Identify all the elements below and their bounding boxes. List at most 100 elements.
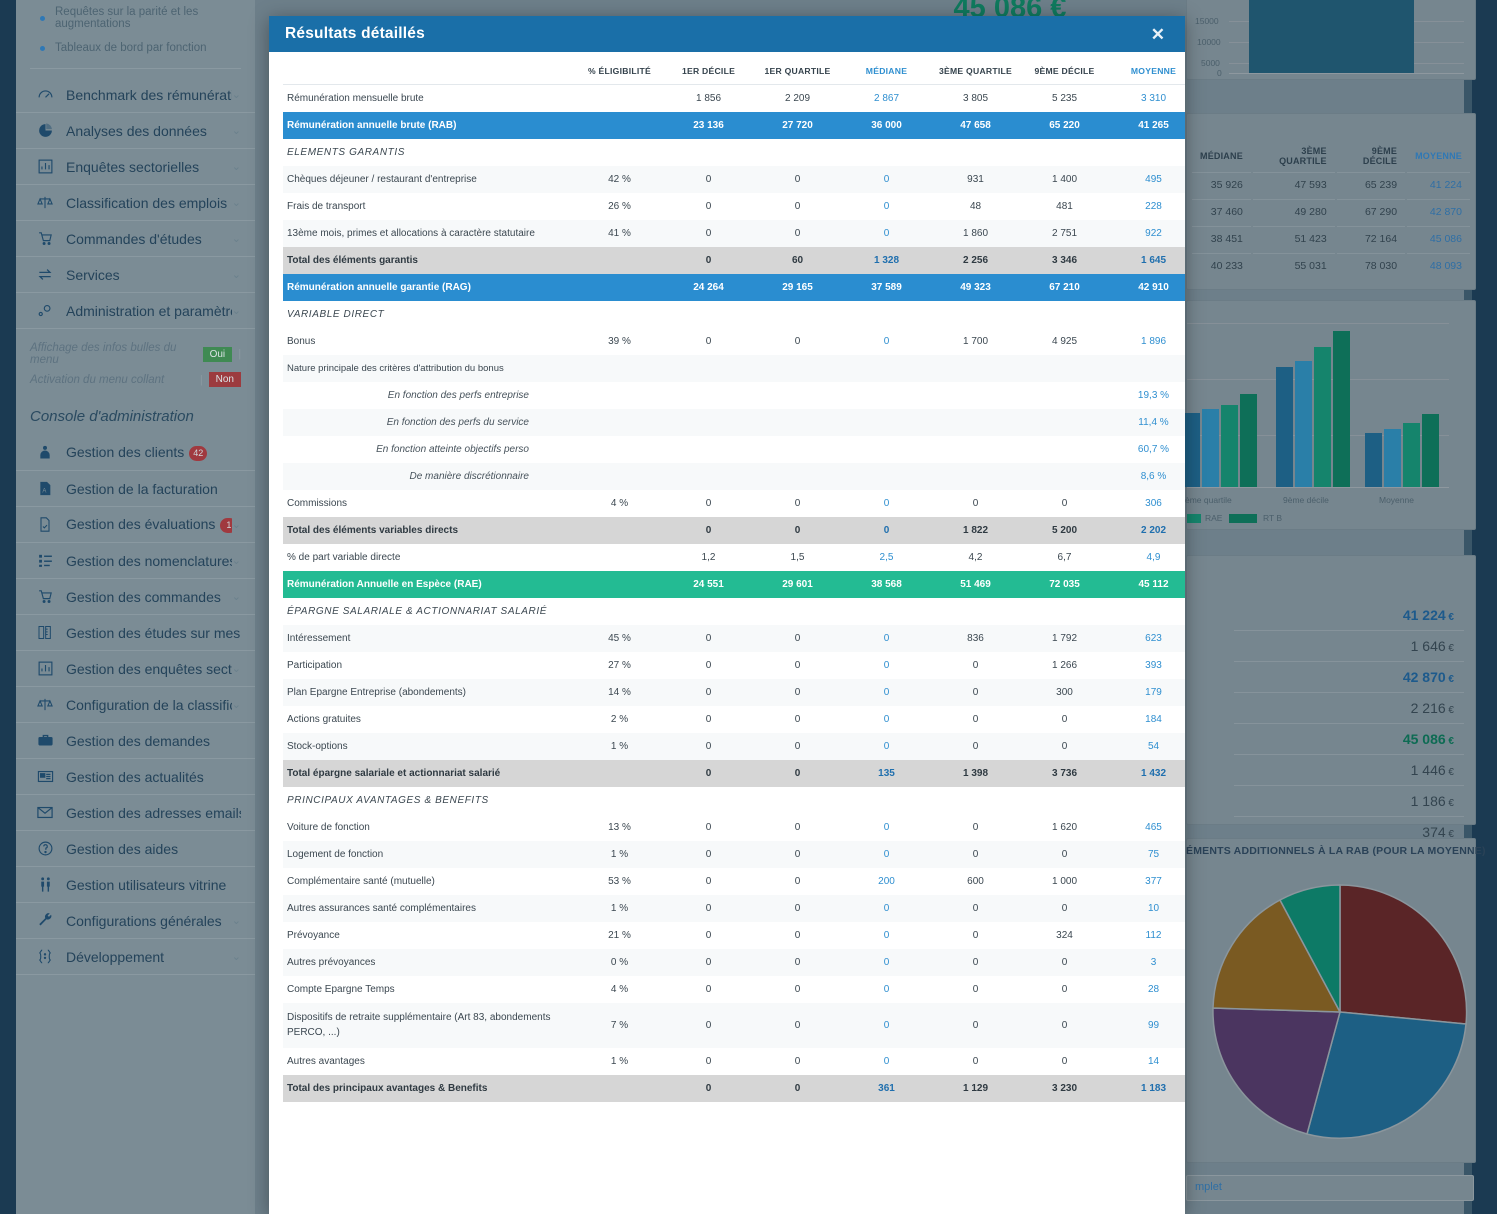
row-cell: 0 (931, 490, 1020, 517)
sidebar-admin-item-d-veloppement[interactable]: Développement ⌄ (16, 939, 255, 975)
chevron-down-icon[interactable]: ⌄ (232, 914, 247, 927)
chevron-down-icon[interactable]: ⌄ (232, 160, 247, 173)
chevron-down-icon[interactable]: ⌄ (232, 88, 247, 101)
row-cell: 24 551 (664, 571, 753, 598)
sidebar-admin-item-gestion-utilisateurs-vitrine[interactable]: Gestion utilisateurs vitrine (16, 867, 255, 903)
row-label: Nature principale des critères d'attribu… (283, 355, 575, 382)
chevron-down-icon[interactable]: ⌄ (232, 304, 247, 317)
sidebar-item-administration-et-param-tres[interactable]: Administration et paramètres ⌄ (16, 293, 255, 329)
row-label: Prévoyance (283, 922, 575, 949)
people-icon (30, 876, 60, 893)
sidebar-admin-item-gestion-des-commandes[interactable]: Gestion des commandes ⌄ (16, 579, 255, 615)
sidebar-item-label: Développement (66, 948, 165, 965)
sidebar-admin-item-gestion-des-valuations[interactable]: Gestion des évaluations 1 ⌄ (16, 507, 255, 543)
sidebar-admin-item-gestion-des-nomenclatures[interactable]: Gestion des nomenclatures ⌄ (16, 543, 255, 579)
row-cell: 1 896 (1109, 328, 1185, 355)
amount-row: 1 446 € (1234, 755, 1464, 786)
row-cell: 6,7 (1020, 544, 1109, 571)
chevron-down-icon[interactable]: ⌄ (232, 124, 247, 137)
sidebar-item-benchmark-des-r-mun-rations[interactable]: Benchmark des rémunérations⌄ (16, 77, 255, 113)
sidebar-subitem[interactable]: Tableaux de bord par fonction (16, 36, 255, 60)
row-cell (842, 409, 931, 436)
row-label: Autres assurances santé complémentaires (283, 895, 575, 922)
row-label: 13ème mois, primes et allocations à cara… (283, 220, 575, 247)
sidebar-toggle-row[interactable]: Affichage des infos bulles du menu Oui | (16, 339, 255, 369)
chevron-down-icon[interactable]: ⌄ (232, 518, 247, 531)
row-cell: 28 (1109, 976, 1185, 1003)
sidebar-admin-item-gestion-des-adresses-emails[interactable]: Gestion des adresses emails (16, 795, 255, 831)
currency-symbol: € (1445, 612, 1454, 623)
row-cell: 0 (1020, 949, 1109, 976)
column-header: 1ER DÉCILE (664, 52, 753, 85)
sidebar-admin-item-gestion-des-aides[interactable]: Gestion des aides (16, 831, 255, 867)
row-cell (753, 409, 842, 436)
sidebar-admin-item-gestion-des-enqu-tes-sectorielles[interactable]: Gestion des enquêtes sectorielles⌄ (16, 651, 255, 687)
sidebar-admin-item-configurations-g-n-rales[interactable]: Configurations générales ⌄ (16, 903, 255, 939)
row-cell: 0 (931, 733, 1020, 760)
sidebar-toggle-row[interactable]: Activation du menu collant | Non (16, 369, 255, 390)
bar-tick-5000: 5000 (1201, 58, 1220, 68)
row-cell: 4 % (575, 490, 664, 517)
row-cell: 48 (931, 193, 1020, 220)
sidebar-item-analyses-des-donn-es[interactable]: Analyses des données ⌄ (16, 113, 255, 149)
row-cell: 0 (753, 328, 842, 355)
row-cell: 1 % (575, 733, 664, 760)
row-cell: 1 432 (1109, 760, 1185, 787)
sidebar-admin-item-gestion-des-actualit-s[interactable]: Gestion des actualités (16, 759, 255, 795)
row-cell (575, 247, 664, 274)
sidebar-admin-item-gestion-des-demandes[interactable]: Gestion des demandes (16, 723, 255, 759)
row-cell: 99 (1109, 1003, 1185, 1048)
sidebar-item-classification-des-emplois[interactable]: Classification des emplois ⌄ (16, 185, 255, 221)
sidebar-item-enqu-tes-sectorielles[interactable]: Enquêtes sectorielles ⌄ (16, 149, 255, 185)
chevron-down-icon[interactable]: ⌄ (232, 196, 247, 209)
chevron-down-icon[interactable]: ⌄ (232, 698, 247, 711)
chevron-down-icon[interactable]: ⌄ (232, 268, 247, 281)
sidebar-item-label: Analyses des données (66, 122, 207, 139)
chevron-down-icon[interactable]: ⌄ (232, 950, 247, 963)
row-cell (575, 463, 664, 490)
row-cell: 0 (753, 760, 842, 787)
row-cell: 4,9 (1109, 544, 1185, 571)
table-header-row: MÉDIANE 3ÈME QUARTILE 9ÈME DÉCILE MOYENN… (1192, 142, 1470, 170)
results-row: Rémunération annuelle brute (RAB) 23 136 2… (283, 112, 1185, 139)
table-cell: 48 093 (1407, 253, 1470, 278)
row-cell: 5 200 (1020, 517, 1109, 544)
row-cell: 623 (1109, 625, 1185, 652)
row-cell: 0 (753, 193, 842, 220)
row-cell: 47 658 (931, 112, 1020, 139)
sidebar-item-commandes-d-tudes[interactable]: Commandes d'études ⌄ (16, 221, 255, 257)
row-cell (753, 355, 842, 382)
close-icon[interactable]: ✕ (1147, 24, 1169, 45)
row-cell: 0 (1020, 841, 1109, 868)
sidebar-admin-item-gestion-des-tudes-sur-mesure[interactable]: Gestion des études sur mesure (16, 615, 255, 651)
row-cell: 0 (753, 1048, 842, 1075)
sidebar-admin-item-gestion-de-la-facturation[interactable]: A Gestion de la facturation (16, 471, 255, 507)
sidebar: Requêtes sur la parité et les augmentati… (16, 0, 255, 1214)
amount-value: 1 446 (1410, 762, 1446, 778)
sidebar-item-label: Gestion des enquêtes sectorielles (66, 660, 232, 677)
row-cell: 0 (842, 1003, 931, 1048)
chevron-down-icon[interactable]: ⌄ (232, 232, 247, 245)
sidebar-toggle-value[interactable]: Non (208, 372, 241, 387)
row-cell: 41 % (575, 220, 664, 247)
sidebar-subitem[interactable]: Requêtes sur la parité et les augmentati… (16, 0, 255, 36)
row-label: Dispositifs de retraite supplémentaire (… (283, 1003, 575, 1048)
chevron-down-icon[interactable]: ⌄ (232, 662, 247, 675)
background-bottom-field[interactable]: mplet (1186, 1175, 1474, 1201)
sidebar-item-services[interactable]: Services ⌄ (16, 257, 255, 293)
modal-body: % ÉLIGIBILITÉ 1ER DÉCILE 1ER QUARTILE MÉDIA… (269, 52, 1185, 1214)
results-row: Participation 27 % 0 0 0 0 1 266 393 (283, 652, 1185, 679)
row-cell (842, 382, 931, 409)
row-label: Logement de fonction (283, 841, 575, 868)
briefcase-icon (30, 732, 60, 749)
sidebar-toggle-value[interactable]: Oui (202, 346, 233, 362)
row-cell: 42 910 (1109, 274, 1185, 301)
sidebar-admin-item-configuration-de-la-classification[interactable]: Configuration de la classification⌄ (16, 687, 255, 723)
chevron-down-icon[interactable]: ⌄ (232, 590, 247, 603)
row-cell: 0 (753, 220, 842, 247)
chevron-down-icon[interactable]: ⌄ (232, 554, 247, 567)
sidebar-item-label: Gestion des aides (66, 840, 179, 857)
table-cell: 78 030 (1336, 253, 1406, 278)
sidebar-admin-item-gestion-des-clients[interactable]: Gestion des clients 42 (16, 435, 255, 471)
row-cell: 41 265 (1109, 112, 1185, 139)
